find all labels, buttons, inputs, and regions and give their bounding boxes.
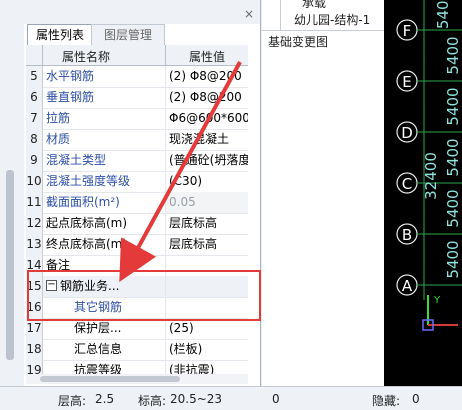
row-number: 18 [26, 339, 43, 360]
property-name: 拉筋 [46, 111, 71, 125]
hidden-value: 0 [412, 392, 420, 406]
tree-item[interactable]: 承载 [302, 0, 326, 11]
table-row[interactable]: 10 混凝土强度等级 (C30) [26, 171, 248, 193]
table-row[interactable]: 9 混凝土类型 (普通砼(坍落度10~ [26, 150, 248, 172]
tree-connector [280, 0, 281, 30]
property-name: 垂直钢筋 [46, 90, 95, 104]
axis-label: C [402, 175, 412, 193]
table-row[interactable]: 5 水平钢筋 (2) Φ8@200 [26, 66, 248, 88]
header-property-value: 属性值 [189, 50, 226, 64]
row-number: 10 [26, 171, 43, 192]
panel-header: × [24, 0, 260, 24]
hidden-label: 隐藏: [372, 394, 401, 408]
tab-properties[interactable]: 属性列表 [27, 24, 93, 46]
dimension-label: 5400 [444, 189, 462, 227]
property-value[interactable]: (普通砼(坍落度10~ [165, 150, 248, 171]
property-name: 水平钢筋 [46, 69, 95, 83]
highlight-box [27, 270, 261, 321]
status-bar: 层高: 2.5 标高: 20.5~23 0 隐藏: 0 [0, 386, 462, 410]
cad-canvas[interactable]: F E D C B A 5400 5400 5400 5400 5400 32400 5400 Y [384, 0, 462, 386]
dimension-label: 5400 [434, 0, 452, 29]
table-row[interactable]: 17 保护层... (25) [26, 318, 248, 340]
header-property-name: 属性名称 [62, 50, 111, 64]
horizontal-scrollbar[interactable] [26, 374, 248, 384]
grid-header: 属性名称 属性值 [26, 45, 248, 66]
property-value[interactable]: (C30) [165, 171, 248, 192]
axis-label: B [402, 226, 412, 244]
dimension-label: 5400 [444, 138, 462, 176]
dimension-label: 5400 [444, 240, 462, 278]
property-value[interactable]: (2) Φ8@200 [165, 87, 248, 108]
row-number: 8 [26, 129, 43, 150]
property-value[interactable]: 现浇混凝土 [165, 129, 248, 150]
divider [262, 30, 384, 31]
property-value: 0.05 [165, 192, 248, 213]
row-number: 12 [26, 213, 43, 234]
row-number: 11 [26, 192, 43, 213]
axis-label: E [402, 73, 411, 91]
property-name: 材质 [46, 132, 71, 146]
table-row[interactable]: 19 抗震等级 (非抗震) [26, 360, 248, 375]
tree-item[interactable]: 幼儿园-结构-1 [294, 11, 370, 28]
property-name: 起点底标高(m) [46, 216, 128, 230]
property-name: 混凝土强度等级 [46, 174, 131, 188]
tab-layers[interactable]: 图层管理 [91, 24, 165, 46]
ucs-icon: Y [422, 295, 458, 331]
row-number: 5 [26, 66, 43, 87]
header-separator [42, 45, 43, 65]
dimension-label: 5400 [444, 36, 462, 74]
cad-drawing: F E D C B A 5400 5400 5400 5400 5400 32400 5400 Y [396, 0, 462, 331]
floor-height-label: 层高: [58, 394, 87, 408]
axis-label: A [402, 277, 413, 295]
table-row[interactable]: 18 汇总信息 (栏板) [26, 339, 248, 361]
elevation-label: 标高: [138, 394, 167, 408]
table-row[interactable]: 8 材质 现浇混凝土 [26, 129, 248, 151]
property-value[interactable]: (非抗震) [165, 360, 248, 375]
row-number: 13 [26, 234, 43, 255]
row-number: 19 [26, 360, 43, 375]
row-number: 9 [26, 150, 43, 171]
left-scrollbar[interactable] [6, 170, 14, 360]
floor-height-value: 2.5 [95, 392, 115, 406]
tree-item[interactable]: 基础变更图 [268, 33, 328, 50]
row-number: 17 [26, 318, 43, 339]
left-side-strip [0, 0, 25, 386]
table-row[interactable]: 7 拉筋 Φ6@600*600 [26, 108, 248, 130]
table-row[interactable]: 13 终点底标高(m) 层底标高 [26, 234, 248, 256]
dimension-label: 5400 [444, 87, 462, 125]
axis-label: F [403, 22, 412, 40]
property-grid: 属性名称 属性值 5 水平钢筋 (2) Φ8@200 6 垂直钢筋 (2) Φ8… [26, 45, 248, 375]
property-panel: × 属性列表 图层管理 属性名称 属性值 5 水平钢筋 (2) Φ8@200 6… [24, 0, 279, 386]
elevation-value: 20.5~23 [170, 392, 223, 406]
svg-text:Y: Y [433, 295, 441, 306]
axis-label: D [401, 124, 413, 142]
property-value[interactable]: (栏板) [165, 339, 248, 360]
property-value[interactable]: (2) Φ8@200 [165, 66, 248, 87]
header-separator [165, 45, 166, 65]
property-value[interactable]: (25) [165, 318, 248, 339]
property-value[interactable]: 层底标高 [165, 234, 248, 255]
property-name: 混凝土类型 [46, 153, 107, 167]
close-icon[interactable]: × [244, 8, 254, 20]
table-row[interactable]: 6 垂直钢筋 (2) Φ8@200 [26, 87, 248, 109]
row-number: 6 [26, 87, 43, 108]
property-name: 截面面积(m²) [46, 195, 120, 209]
property-name: 终点底标高(m) [46, 237, 128, 251]
table-row[interactable]: 11 截面面积(m²) 0.05 [26, 192, 248, 214]
property-value[interactable]: 层底标高 [165, 213, 248, 234]
scroll-thumb[interactable] [40, 376, 180, 382]
status-value: 0 [272, 392, 280, 406]
row-number: 7 [26, 108, 43, 129]
property-value[interactable]: Φ6@600*600 [165, 108, 248, 129]
total-dimension-label: 32400 [422, 152, 440, 200]
table-row[interactable]: 12 起点底标高(m) 层底标高 [26, 213, 248, 235]
drawing-tree-panel: 承载 幼儿园-结构-1 基础变更图 [262, 0, 385, 386]
